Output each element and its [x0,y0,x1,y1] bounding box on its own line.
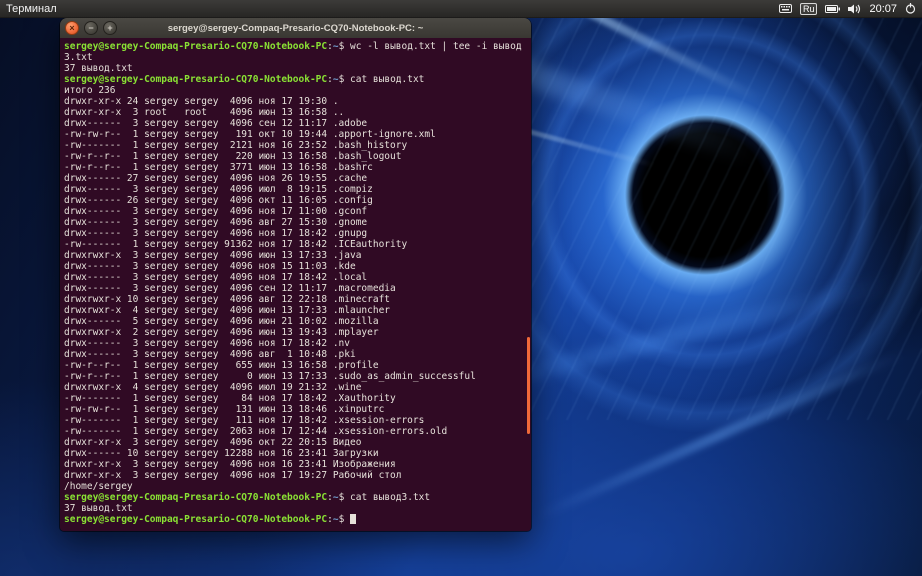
terminal-prompt-line: sergey@sergey-Compaq-Presario-CQ70-Noteb… [64,514,529,525]
terminal-window: × − + sergey@sergey-Compaq-Presario-CQ70… [60,18,531,531]
terminal-output-line: drwx------ 3 sergey sergey 4096 сен 12 1… [64,118,529,129]
terminal-cursor [350,514,356,524]
terminal-output-line: drwx------ 3 sergey sergey 4096 ноя 15 1… [64,261,529,272]
terminal-output-line: drwx------ 3 sergey sergey 4096 июл 8 19… [64,184,529,195]
battery-icon[interactable] [825,5,840,13]
terminal-output-line: drwx------ 26 sergey sergey 4096 окт 11 … [64,195,529,206]
terminal-output-line: drwxr-xr-x 3 sergey sergey 4096 ноя 16 2… [64,459,529,470]
terminal-output-line: drwx------ 3 sergey sergey 4096 авг 1 10… [64,349,529,360]
terminal-output-line: drwx------ 3 sergey sergey 4096 ноя 17 1… [64,206,529,217]
indicator-area: Ru 20:07 [779,3,916,15]
terminal-output-line: drwx------ 5 sergey sergey 4096 июн 21 1… [64,316,529,327]
terminal-output-line: drwx------ 10 sergey sergey 12288 ноя 16… [64,448,529,459]
terminal-output-line: drwx------ 3 sergey sergey 4096 ноя 17 1… [64,228,529,239]
terminal-output-line: drwx------ 3 sergey sergey 4096 сен 12 1… [64,283,529,294]
terminal-output-line: drwxrwxr-x 4 sergey sergey 4096 июн 13 1… [64,305,529,316]
terminal-body[interactable]: sergey@sergey-Compaq-Presario-CQ70-Noteb… [60,38,531,531]
terminal-output-line: -rw-r--r-- 1 sergey sergey 655 июн 13 16… [64,360,529,371]
terminal-output-line: 37 вывод.txt [64,503,529,514]
top-panel: Терминал Ru [0,0,922,18]
terminal-output-line: drwx------ 27 sergey sergey 4096 ноя 26 … [64,173,529,184]
terminal-prompt-line: sergey@sergey-Compaq-Presario-CQ70-Noteb… [64,492,529,503]
terminal-output-line: drwxr-xr-x 3 sergey sergey 4096 ноя 17 1… [64,470,529,481]
terminal-output-line: -rw-rw-r-- 1 sergey sergey 131 июн 13 18… [64,404,529,415]
terminal-output-line: /home/sergey [64,481,529,492]
terminal-output-line: drwx------ 3 sergey sergey 4096 ноя 17 1… [64,338,529,349]
terminal-output-line: drwxrwxr-x 2 sergey sergey 4096 июн 13 1… [64,327,529,338]
terminal-prompt-line: sergey@sergey-Compaq-Presario-CQ70-Noteb… [64,74,529,85]
window-title: sergey@sergey-Compaq-Presario-CQ70-Noteb… [110,23,481,34]
terminal-output-line: -rw-r--r-- 1 sergey sergey 0 июн 13 17:3… [64,371,529,382]
volume-icon[interactable] [848,4,861,14]
terminal-output-line: -rw-r--r-- 1 sergey sergey 220 июн 13 16… [64,151,529,162]
terminal-output-line: -rw------- 1 sergey sergey 2063 ноя 17 1… [64,426,529,437]
terminal-output-line: drwxrwxr-x 4 sergey sergey 4096 июл 19 2… [64,382,529,393]
terminal-output-line: 3.txt [64,52,529,63]
terminal-output-line: drwx------ 3 sergey sergey 4096 ноя 17 1… [64,272,529,283]
app-menu-title[interactable]: Терминал [6,3,57,15]
clock[interactable]: 20:07 [869,3,897,15]
minimize-button[interactable]: − [84,21,98,35]
terminal-prompt-line: sergey@sergey-Compaq-Presario-CQ70-Noteb… [64,41,529,52]
terminal-output-line: drwxr-xr-x 3 sergey sergey 4096 окт 22 2… [64,437,529,448]
power-icon[interactable] [905,3,916,14]
terminal-output-line: drwxrwxr-x 10 sergey sergey 4096 авг 12 … [64,294,529,305]
terminal-output: sergey@sergey-Compaq-Presario-CQ70-Noteb… [64,41,529,525]
terminal-output-line: drwxrwxr-x 3 sergey sergey 4096 июн 13 1… [64,250,529,261]
terminal-output-line: -rw------- 1 sergey sergey 84 ноя 17 18:… [64,393,529,404]
maximize-button[interactable]: + [103,21,117,35]
terminal-output-line: 37 вывод.txt [64,63,529,74]
scrollbar-thumb[interactable] [527,337,530,434]
terminal-output-line: drwxr-xr-x 24 sergey sergey 4096 ноя 17 … [64,96,529,107]
terminal-output-line: итого 236 [64,85,529,96]
terminal-output-line: -rw------- 1 sergey sergey 2121 ноя 16 2… [64,140,529,151]
terminal-output-line: drwx------ 3 sergey sergey 4096 авг 27 1… [64,217,529,228]
terminal-output-line: -rw------- 1 sergey sergey 91362 ноя 17 … [64,239,529,250]
keyboard-input-icon[interactable] [779,4,792,13]
terminal-output-line: -rw------- 1 sergey sergey 111 ноя 17 18… [64,415,529,426]
terminal-output-line: drwxr-xr-x 3 root root 4096 июн 13 16:58… [64,107,529,118]
terminal-output-line: -rw-r--r-- 1 sergey sergey 3771 июн 13 1… [64,162,529,173]
keyboard-layout-indicator[interactable]: Ru [800,3,818,15]
close-button[interactable]: × [65,21,79,35]
window-titlebar[interactable]: × − + sergey@sergey-Compaq-Presario-CQ70… [60,18,531,39]
terminal-output-line: -rw-rw-r-- 1 sergey sergey 191 окт 10 19… [64,129,529,140]
